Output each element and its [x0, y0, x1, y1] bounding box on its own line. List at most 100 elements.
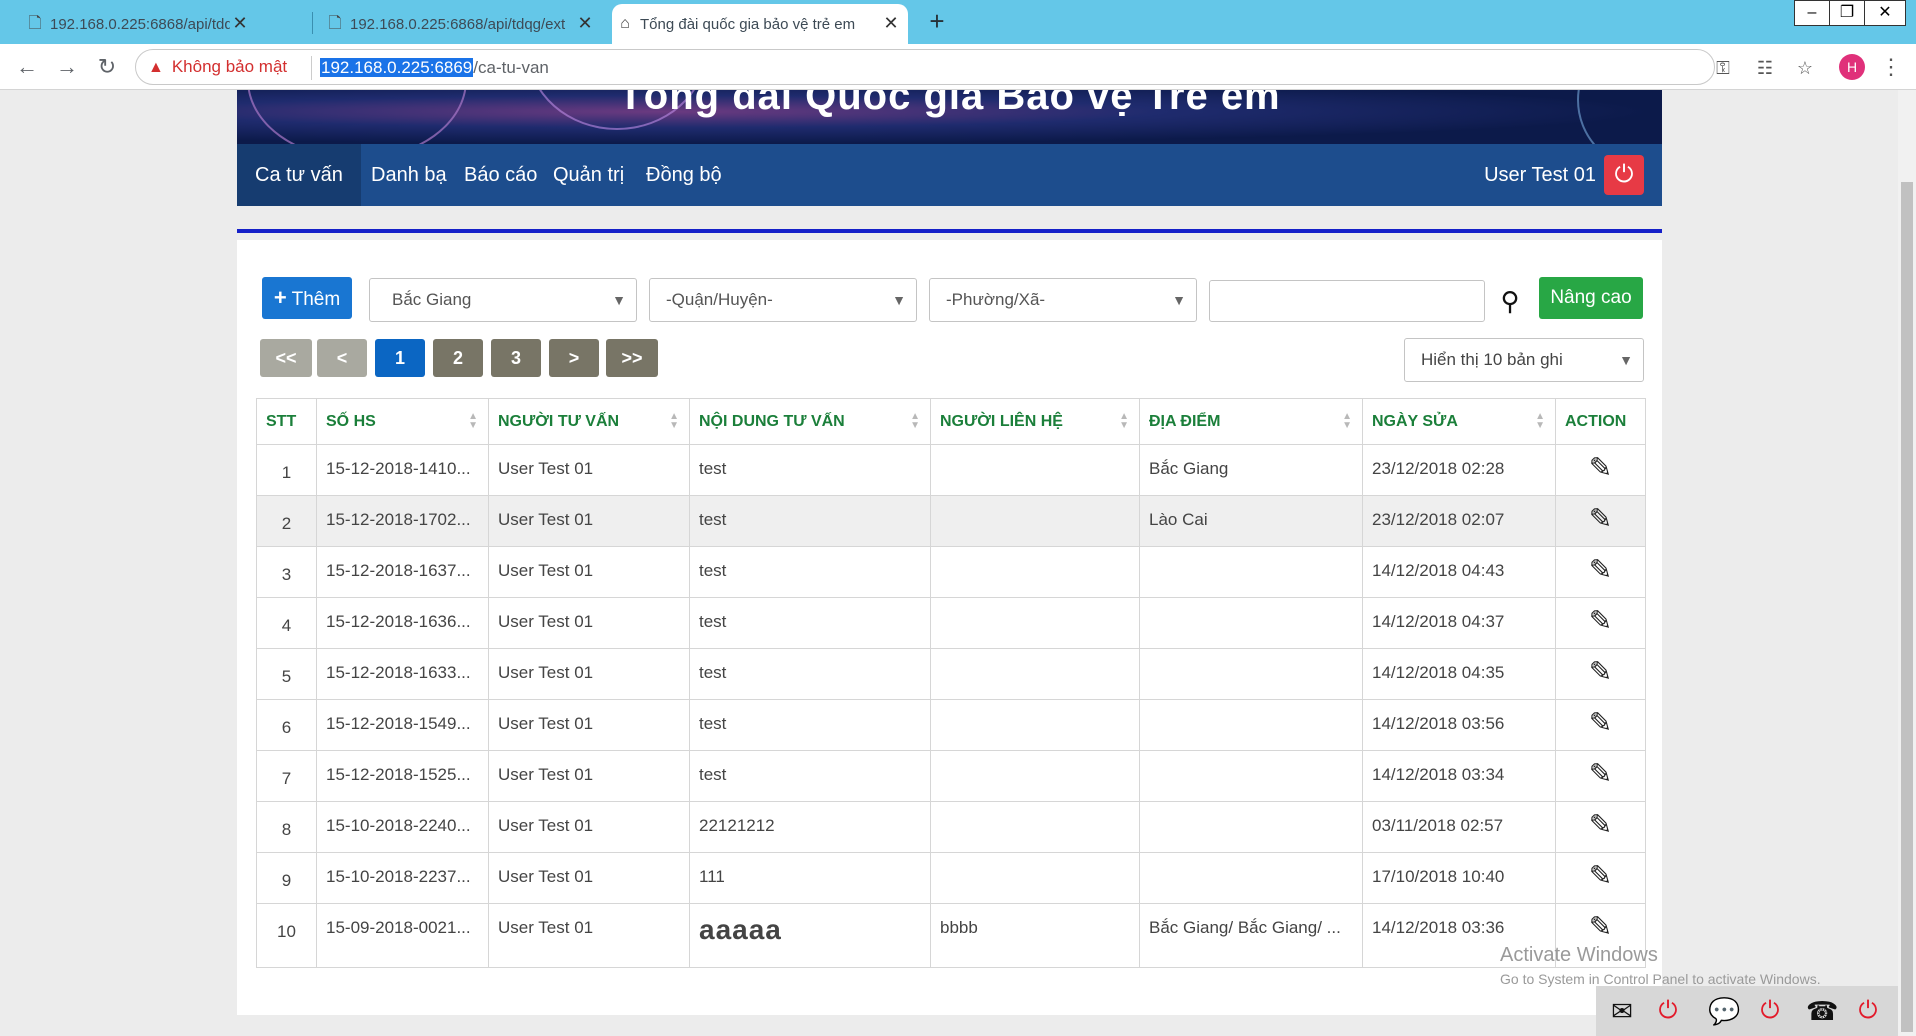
nav-item-dong-bo[interactable]: Đồng bộ	[628, 144, 740, 206]
next-page-button[interactable]: >	[549, 339, 599, 377]
site-banner: Tổng đài Quốc gia Bảo vệ Trẻ em	[237, 90, 1662, 144]
sort-icon[interactable]: ▲ ▼	[1342, 412, 1352, 431]
column-label: NỘI DUNG TƯ VẤN	[699, 412, 845, 430]
page-button-2[interactable]: 2	[433, 339, 483, 377]
sort-icon[interactable]: ▲ ▼	[1119, 412, 1129, 431]
edit-icon[interactable]: ✎	[1586, 555, 1616, 585]
close-tab-icon[interactable]: ✕	[574, 12, 596, 34]
column-header-dia-diem[interactable]: ĐỊA ĐIỂM ▲ ▼	[1139, 398, 1363, 445]
edit-icon[interactable]: ✎	[1586, 810, 1616, 840]
page-size-select[interactable]: Hiển thị 10 bản ghi ▼	[1404, 338, 1644, 382]
mail-icon[interactable]: ✉	[1606, 995, 1638, 1027]
key-icon[interactable]: ⚿	[1710, 55, 1736, 81]
phone-icon[interactable]: ☎	[1806, 995, 1838, 1027]
scrollbar-thumb[interactable]	[1901, 182, 1913, 1032]
logout-button[interactable]: ⏻	[1604, 155, 1644, 195]
cell-so-hs: 15-12-2018-1702...	[316, 495, 489, 547]
district-value: -Quận/Huyện-	[666, 290, 773, 309]
close-tab-icon[interactable]: ✕	[229, 12, 251, 34]
edit-icon[interactable]: ✎	[1586, 912, 1616, 942]
url-text[interactable]: 192.168.0.225:6869/ca-tu-van	[320, 58, 549, 78]
search-icon[interactable]: ⚲	[1495, 286, 1525, 316]
sort-icon[interactable]: ▲ ▼	[669, 412, 679, 431]
cell-noi-dung-text: test	[699, 561, 727, 580]
security-warning[interactable]: ▲ Không bảo mật	[148, 57, 287, 77]
nav-item-quan-tri[interactable]: Quản trị	[535, 144, 642, 206]
close-window-button[interactable]: ✕	[1864, 0, 1906, 26]
cell-stt-text: 10	[277, 922, 296, 941]
add-button[interactable]: + Thêm	[262, 277, 352, 319]
edit-icon[interactable]: ✎	[1586, 504, 1616, 534]
browser-tab-3[interactable]: ⌂ Tổng đài quốc gia bảo vệ trẻ em ✕	[612, 4, 908, 44]
last-page-button[interactable]: >>	[606, 339, 658, 377]
nav-item-ca-tu-van[interactable]: Ca tư vấn	[237, 144, 361, 206]
page-button-1[interactable]: 1	[375, 339, 425, 377]
minimize-window-button[interactable]: –	[1794, 0, 1830, 26]
edit-icon[interactable]: ✎	[1586, 657, 1616, 687]
district-select[interactable]: -Quận/Huyện- ▼	[649, 278, 917, 322]
search-input[interactable]	[1209, 280, 1485, 322]
province-select[interactable]: Bắc Giang ▼	[369, 278, 637, 322]
page-button-3[interactable]: 3	[491, 339, 541, 377]
column-header-stt: STT	[256, 398, 317, 445]
ward-select[interactable]: -Phường/Xã- ▼	[929, 278, 1197, 322]
more-menu-icon[interactable]: ⋮	[1880, 52, 1902, 82]
edit-icon[interactable]: ✎	[1586, 861, 1616, 891]
power-icon[interactable]: ⏻	[1754, 995, 1786, 1027]
edit-icon[interactable]: ✎	[1586, 759, 1616, 789]
home-icon: ⌂	[620, 15, 630, 32]
table-header-row: STT SỐ HS ▲ ▼ NGƯỜI TƯ VẤN ▲ ▼ NỘI DUNG TƯ V…	[256, 398, 1646, 445]
address-bar[interactable]: ▲ Không bảo mật 192.168.0.225:6869/ca-tu-…	[135, 49, 1813, 85]
cell-nguoi-tu-van-text: User Test 01	[498, 459, 594, 478]
reload-icon[interactable]: ↻	[92, 52, 122, 82]
edit-icon[interactable]: ✎	[1586, 606, 1616, 636]
sort-icon[interactable]: ▲ ▼	[910, 412, 920, 431]
current-user-name[interactable]: User Test 01	[1484, 144, 1596, 206]
cell-ngay-sua-text: 14/12/2018 03:36	[1372, 918, 1505, 937]
cell-stt-text: 7	[281, 769, 292, 788]
cell-ngay-sua-text: 14/12/2018 04:37	[1372, 612, 1505, 631]
edit-icon[interactable]: ✎	[1586, 708, 1616, 738]
close-tab-icon[interactable]: ✕	[880, 12, 902, 34]
table-row: 7 15-12-2018-1525... User Test 01 test 14/12…	[256, 750, 1646, 802]
browser-tab-1[interactable]: 🗋 192.168.0.225:6868/api/tdqg/ext ✕	[22, 4, 257, 44]
column-header-noi-dung[interactable]: NỘI DUNG TƯ VẤN ▲ ▼	[689, 398, 931, 445]
column-label: STT	[266, 412, 297, 430]
advanced-search-button[interactable]: Nâng cao	[1539, 277, 1643, 319]
power-icon[interactable]: ⏻	[1652, 995, 1684, 1027]
column-header-so-hs[interactable]: SỐ HS ▲ ▼	[316, 398, 489, 445]
banner-title: Tổng đài Quốc gia Bảo vệ Trẻ em	[618, 90, 1281, 118]
divider	[311, 56, 312, 80]
cell-noi-dung: aaaaa	[689, 903, 931, 968]
first-page-button[interactable]: <<	[260, 339, 312, 377]
column-header-nguoi-tu-van[interactable]: NGƯỜI TƯ VẤN ▲ ▼	[488, 398, 690, 445]
header-divider	[237, 229, 1662, 233]
chat-icon[interactable]: 💬	[1708, 995, 1740, 1027]
sort-icon[interactable]: ▲ ▼	[468, 412, 478, 431]
cell-noi-dung: test	[689, 444, 931, 496]
back-arrow-icon[interactable]: ←	[12, 52, 42, 82]
cell-nguoi-tu-van: User Test 01	[488, 546, 690, 598]
cell-noi-dung: test	[689, 597, 931, 649]
new-tab-button[interactable]: +	[922, 6, 952, 36]
restore-window-button[interactable]: ❐	[1829, 0, 1865, 26]
column-header-ngay-sua[interactable]: NGÀY SỬA ▲ ▼	[1362, 398, 1556, 445]
cell-nguoi-lien-he: bbbb	[930, 903, 1140, 968]
profile-avatar[interactable]: H	[1839, 54, 1865, 80]
translate-icon[interactable]: ☷	[1752, 55, 1778, 81]
cell-dia-diem	[1139, 699, 1363, 751]
page-scrollbar[interactable]	[1898, 90, 1916, 1036]
cell-noi-dung: test	[689, 546, 931, 598]
security-label: Không bảo mật	[171, 57, 288, 76]
sort-icon[interactable]: ▲ ▼	[1535, 412, 1545, 431]
cell-nguoi-tu-van: User Test 01	[488, 801, 690, 853]
cell-dia-diem-text: Bắc Giang	[1149, 459, 1229, 478]
star-icon[interactable]: ☆	[1792, 55, 1818, 81]
power-icon[interactable]: ⏻	[1852, 995, 1884, 1027]
edit-icon[interactable]: ✎	[1586, 453, 1616, 483]
prev-page-button[interactable]: <	[317, 339, 367, 377]
forward-arrow-icon[interactable]: →	[52, 52, 82, 82]
cell-dia-diem: Bắc Giang	[1139, 444, 1363, 496]
column-header-nguoi-lien-he[interactable]: NGƯỜI LIÊN HỆ ▲ ▼	[930, 398, 1140, 445]
browser-tab-2[interactable]: 🗋 192.168.0.225:6868/api/tdqg/ext ✕	[322, 4, 602, 44]
